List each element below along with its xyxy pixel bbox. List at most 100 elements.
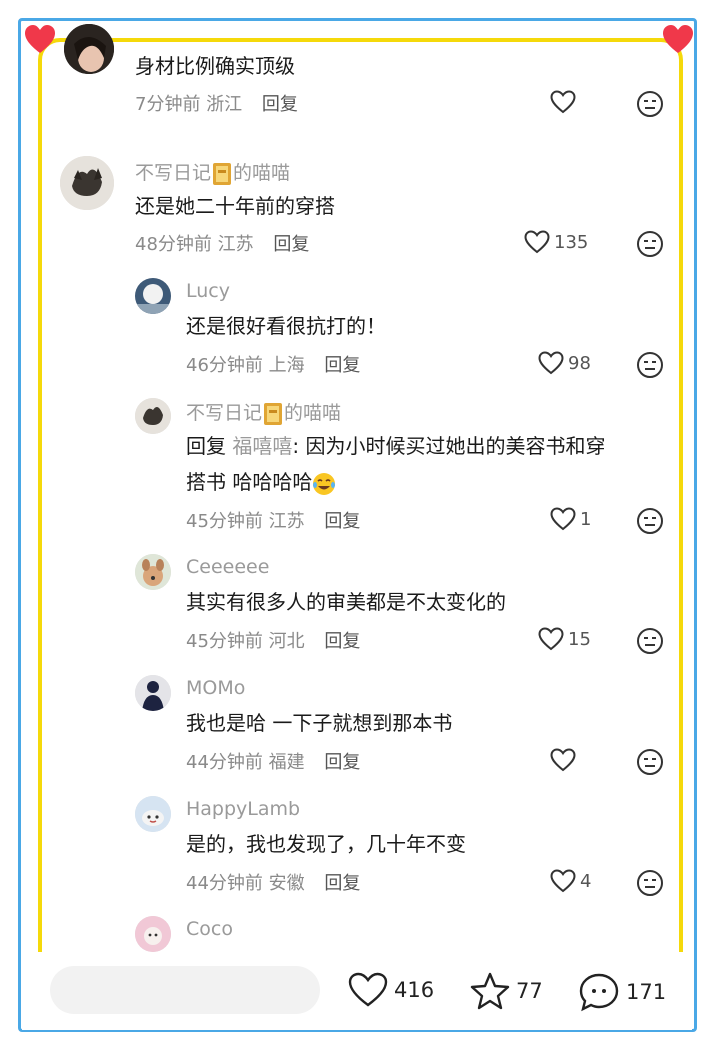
laughing-tears-emoji-icon bbox=[313, 472, 336, 495]
reply-meta: 46分钟前 上海 回复 bbox=[186, 351, 360, 377]
reply-button[interactable]: 回复 bbox=[262, 94, 298, 115]
favorite-count: 77 bbox=[516, 979, 543, 1003]
like-button[interactable]: 1 bbox=[550, 507, 591, 531]
heart-outline-icon bbox=[550, 869, 576, 893]
reply-meta: 44分钟前 安徽 回复 bbox=[186, 869, 360, 895]
like-button[interactable] bbox=[550, 90, 576, 114]
reply-to-username[interactable]: 福嘻嘻 bbox=[232, 434, 292, 458]
heart-outline-icon bbox=[550, 748, 576, 772]
reply-button[interactable]: 回复 bbox=[324, 355, 360, 376]
comment-location: 江苏 bbox=[217, 234, 254, 255]
like-button[interactable] bbox=[550, 748, 576, 772]
avatar-pink-pet-icon bbox=[135, 916, 171, 952]
comment-text: 身材比例确实顶级 bbox=[135, 54, 295, 78]
reply-username[interactable]: 不写日记 的喵喵 bbox=[186, 398, 341, 426]
avatar[interactable] bbox=[135, 278, 171, 314]
heart-outline-icon bbox=[550, 507, 576, 531]
reply-meta: 45分钟前 河北 回复 bbox=[186, 627, 360, 653]
favorite-button[interactable]: 77 bbox=[470, 972, 543, 1010]
reply-username[interactable]: Coco bbox=[186, 918, 233, 940]
like-button[interactable]: 15 bbox=[538, 627, 591, 651]
heart-outline-icon bbox=[550, 90, 576, 114]
reply-button[interactable]: 回复 bbox=[324, 873, 360, 894]
dislike-face-icon[interactable] bbox=[636, 90, 664, 118]
avatar[interactable] bbox=[135, 675, 171, 711]
reply-username[interactable]: Lucy bbox=[186, 280, 230, 302]
heart-decoration-icon bbox=[25, 25, 55, 53]
dislike-face-icon[interactable] bbox=[636, 748, 664, 776]
reply-location: 福建 bbox=[268, 752, 305, 773]
comment-username[interactable]: 不写日记 的喵喵 bbox=[135, 158, 290, 186]
like-count: 135 bbox=[554, 231, 589, 253]
like-total-count: 416 bbox=[394, 978, 435, 1002]
reply-location: 安徽 bbox=[268, 873, 305, 894]
comment-meta: 7分钟前 浙江 回复 bbox=[135, 90, 298, 116]
reply-text: 其实有很多人的审美都是不太变化的 bbox=[186, 590, 506, 614]
heart-outline-icon bbox=[348, 972, 388, 1007]
like-count: 1 bbox=[580, 508, 592, 530]
reply-text: 我也是哈 一下子就想到那本书 bbox=[186, 711, 453, 735]
dislike-face-icon[interactable] bbox=[636, 351, 664, 379]
reply-text-line2: 搭书 哈哈哈哈 bbox=[186, 464, 336, 500]
star-outline-icon bbox=[470, 972, 510, 1010]
avatar[interactable] bbox=[135, 554, 171, 590]
notebook-emoji-icon bbox=[264, 402, 283, 425]
like-total-button[interactable]: 416 bbox=[348, 972, 434, 1008]
chat-bubble-icon bbox=[579, 973, 619, 1012]
dislike-face-icon[interactable] bbox=[636, 230, 664, 258]
avatar-lamb-icon bbox=[135, 796, 171, 832]
dislike-face-icon[interactable] bbox=[636, 627, 664, 655]
dislike-face-icon[interactable] bbox=[636, 507, 664, 535]
avatar[interactable] bbox=[135, 796, 171, 832]
avatar-person-dark-icon bbox=[135, 675, 171, 711]
reply-text: 回复 福嘻嘻: 因为小时候买过她出的美容书和穿 bbox=[186, 434, 606, 458]
reply-meta: 45分钟前 江苏 回复 bbox=[186, 507, 360, 533]
heart-outline-icon bbox=[524, 230, 550, 254]
comment-time: 7分钟前 bbox=[135, 94, 201, 115]
reply-location: 江苏 bbox=[268, 511, 305, 532]
avatar-cat-icon bbox=[60, 156, 114, 210]
like-count: 4 bbox=[580, 870, 592, 892]
reply-button[interactable]: 回复 bbox=[324, 631, 360, 652]
reply-time: 46分钟前 bbox=[186, 355, 263, 376]
reply-time: 45分钟前 bbox=[186, 631, 263, 652]
reply-time: 45分钟前 bbox=[186, 511, 263, 532]
like-count: 98 bbox=[568, 352, 591, 374]
reply-time: 44分钟前 bbox=[186, 873, 263, 894]
reply-meta: 44分钟前 福建 回复 bbox=[186, 748, 360, 774]
comment-meta: 48分钟前 江苏 回复 bbox=[135, 230, 309, 256]
notebook-emoji-icon bbox=[213, 162, 232, 185]
comment-total-count: 171 bbox=[626, 980, 667, 1004]
avatar-girl-portrait-icon bbox=[64, 24, 114, 74]
dislike-face-icon[interactable] bbox=[636, 869, 664, 897]
bottom-action-bar: 416 77 171 bbox=[22, 952, 692, 1030]
reply-location: 河北 bbox=[268, 631, 305, 652]
heart-outline-icon bbox=[538, 351, 564, 375]
like-button[interactable]: 135 bbox=[524, 230, 588, 254]
avatar[interactable] bbox=[64, 24, 114, 74]
reply-button[interactable]: 回复 bbox=[324, 511, 360, 532]
reply-location: 上海 bbox=[268, 355, 305, 376]
avatar[interactable] bbox=[135, 398, 171, 434]
like-button[interactable]: 4 bbox=[550, 869, 591, 893]
reply-text: 是的，我也发现了，几十年不变 bbox=[186, 832, 466, 856]
avatar[interactable] bbox=[135, 916, 171, 952]
comment-text: 还是她二十年前的穿搭 bbox=[135, 194, 335, 218]
like-button[interactable]: 98 bbox=[538, 351, 591, 375]
comment-location: 浙江 bbox=[206, 94, 243, 115]
comment-count-button[interactable]: 171 bbox=[578, 972, 666, 1012]
comment-input[interactable] bbox=[50, 966, 320, 1014]
avatar[interactable] bbox=[60, 156, 114, 210]
reply-username[interactable]: MOMo bbox=[186, 677, 245, 699]
heart-decoration-icon bbox=[663, 25, 693, 53]
reply-username[interactable]: Ceeeeee bbox=[186, 556, 269, 578]
reply-button[interactable]: 回复 bbox=[273, 234, 309, 255]
avatar-dog-icon bbox=[135, 554, 171, 590]
avatar-cat-icon bbox=[135, 398, 171, 434]
reply-time: 44分钟前 bbox=[186, 752, 263, 773]
reply-username[interactable]: HappyLamb bbox=[186, 798, 300, 820]
like-count: 15 bbox=[568, 628, 591, 650]
avatar-moon-icon bbox=[135, 278, 171, 314]
reply-button[interactable]: 回复 bbox=[324, 752, 360, 773]
comment-time: 48分钟前 bbox=[135, 234, 212, 255]
